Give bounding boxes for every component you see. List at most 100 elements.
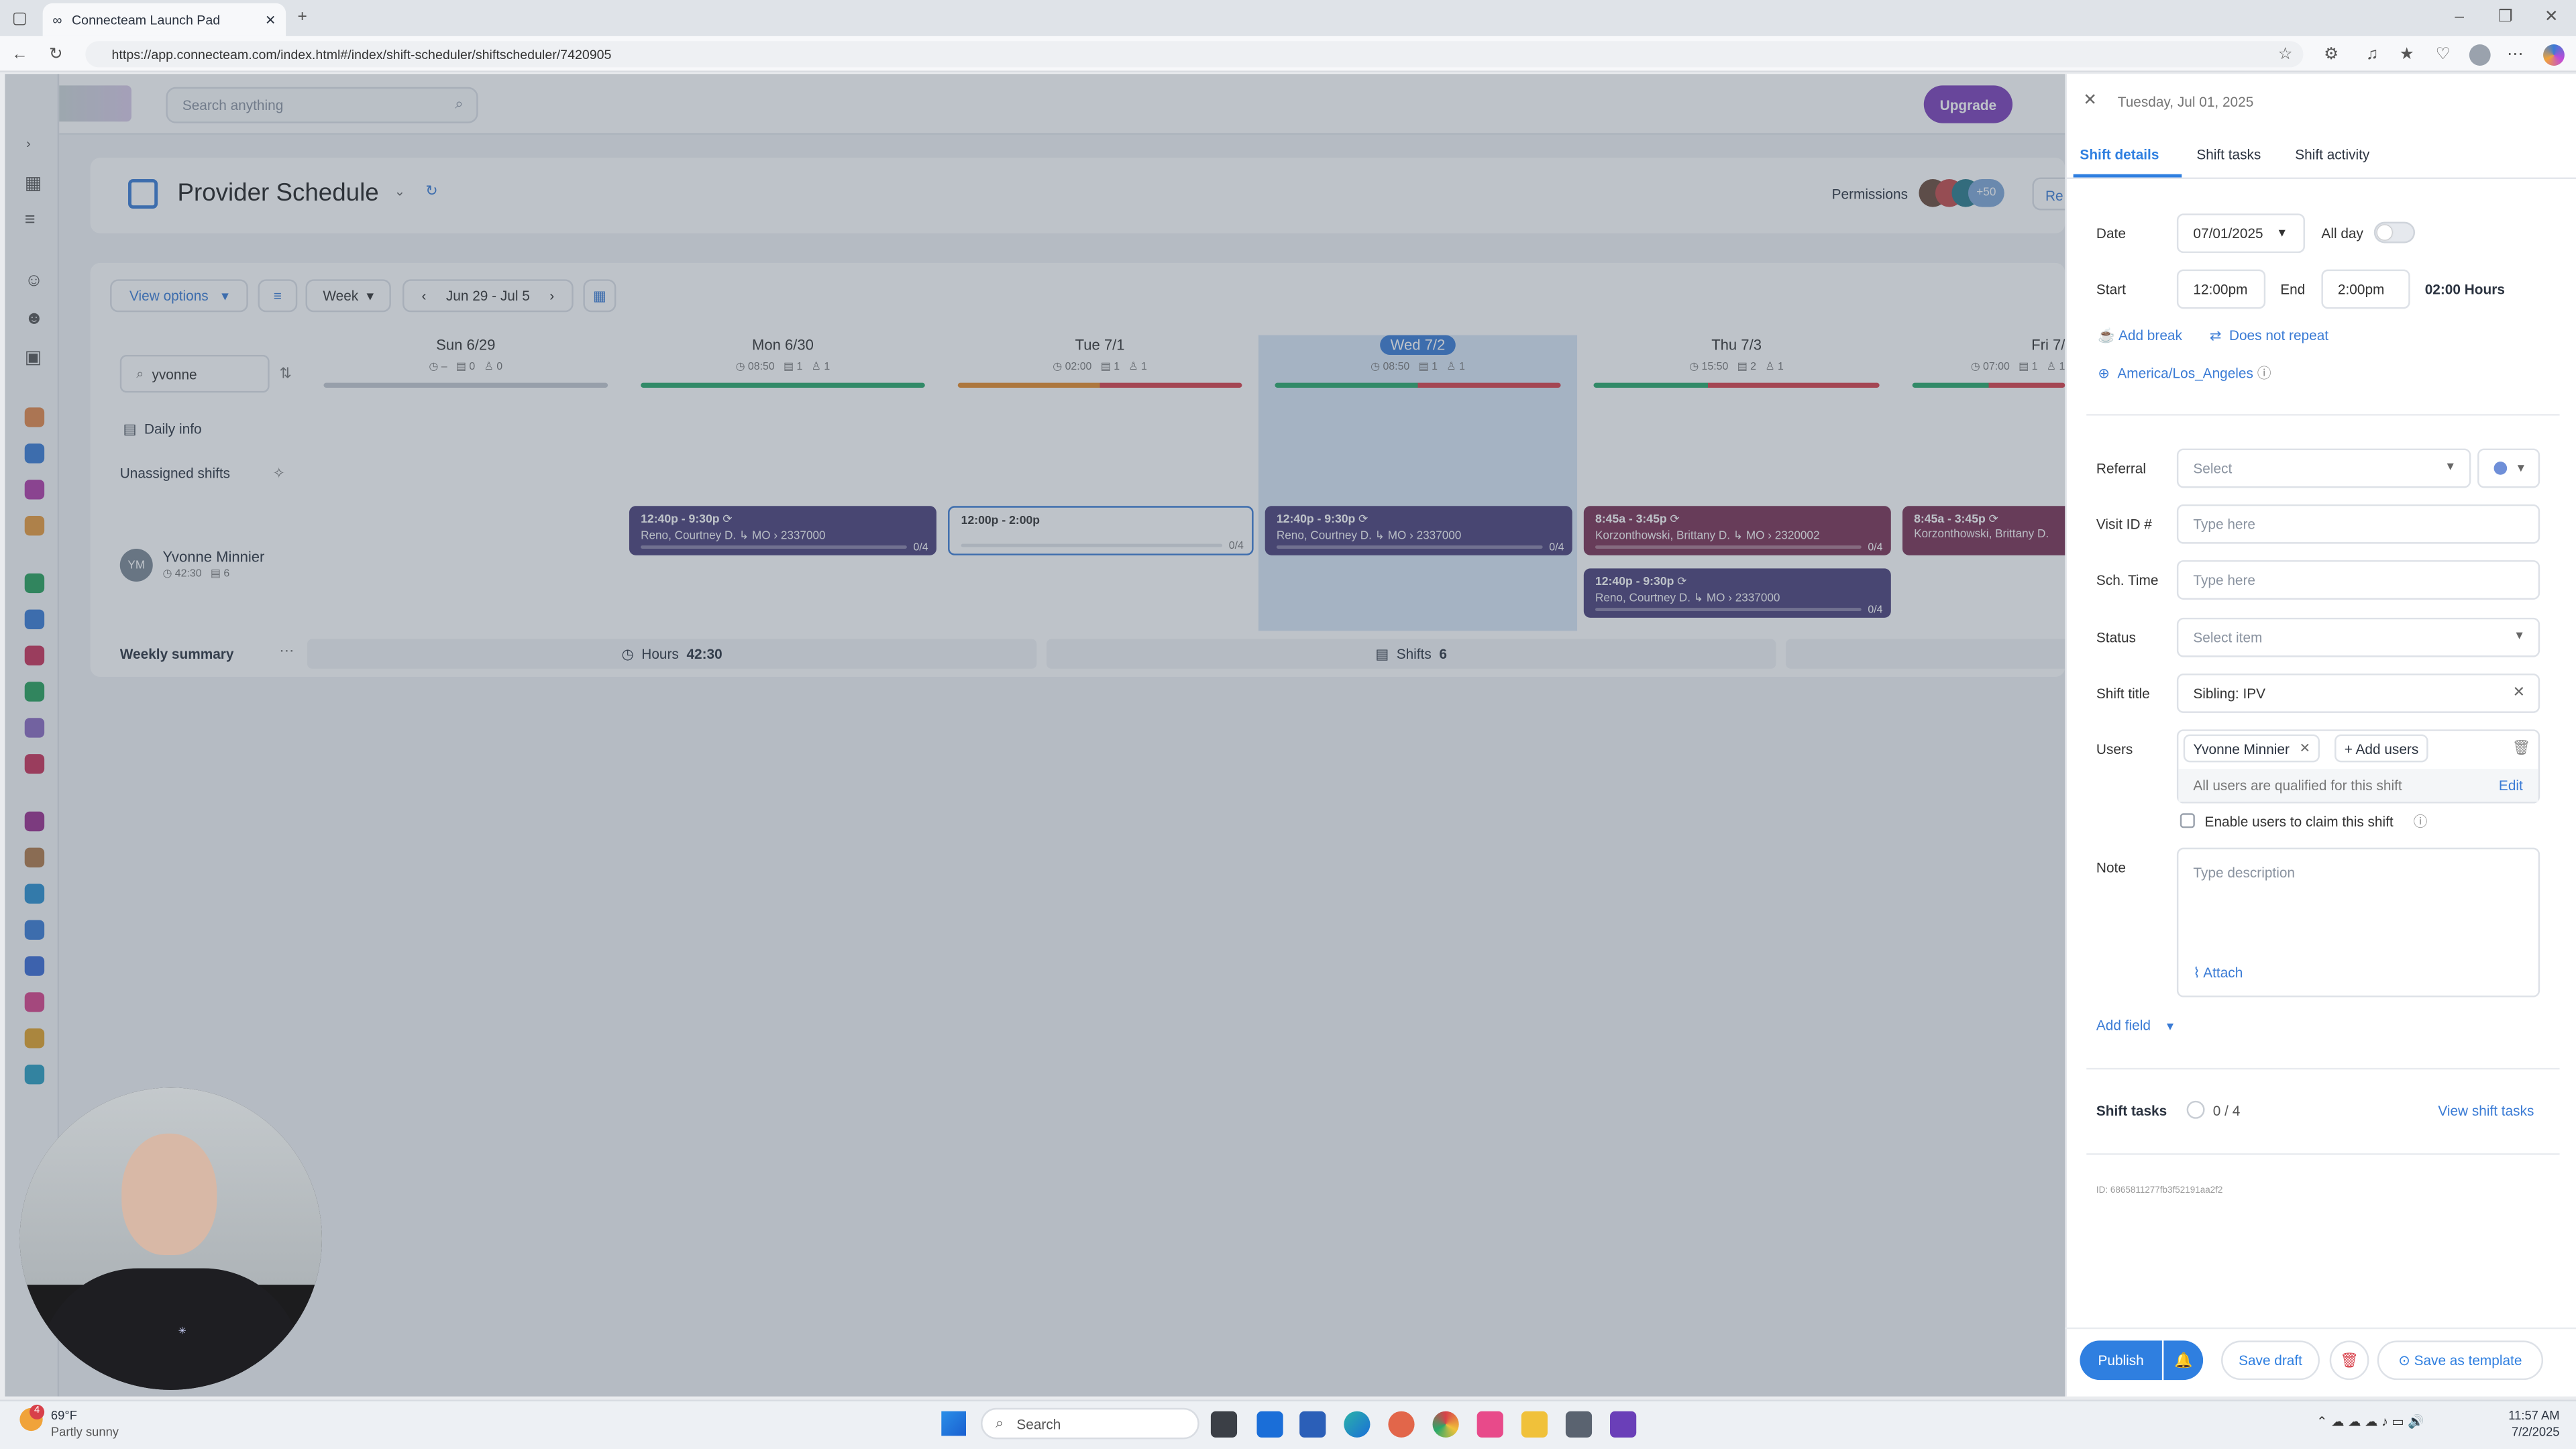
task-view-icon[interactable] bbox=[1210, 1411, 1238, 1438]
qualified-text: All users are qualified for this shift bbox=[2178, 769, 2538, 802]
referral-label: Referral bbox=[2096, 460, 2146, 477]
add-field-button[interactable]: Add field ▼ bbox=[2096, 1017, 2176, 1033]
start-label: Start bbox=[2096, 280, 2126, 298]
edit-qualification-link[interactable]: Edit bbox=[2499, 777, 2523, 793]
sch-time-input[interactable]: Type here bbox=[2176, 560, 2540, 600]
notify-bell-icon[interactable]: 🔔 bbox=[2163, 1340, 2204, 1381]
taskbar-search[interactable]: ⌕ Search bbox=[981, 1407, 1199, 1440]
maximize-icon[interactable]: ❐ bbox=[2494, 5, 2517, 28]
more-icon[interactable]: ⋯ bbox=[2504, 43, 2526, 66]
tab-shift-activity[interactable]: Shift activity bbox=[2295, 146, 2369, 162]
note-label: Note bbox=[2096, 859, 2126, 876]
itunes-icon[interactable] bbox=[1477, 1411, 1503, 1438]
referral-select[interactable]: Select ▼ bbox=[2176, 448, 2471, 488]
timezone-link[interactable]: ⊕ America/Los_Angeles ⓘ bbox=[2098, 363, 2271, 382]
webcam-overlay: ✳ bbox=[19, 1087, 323, 1390]
publish-button[interactable]: Publish bbox=[2080, 1340, 2162, 1381]
sch-time-placeholder: Type here bbox=[2193, 572, 2256, 588]
connecteam-favicon-icon: ∞ bbox=[52, 12, 62, 28]
url-field[interactable]: https://app.connecteam.com/index.html#/i… bbox=[85, 41, 2304, 68]
file-explorer-icon[interactable] bbox=[1521, 1411, 1548, 1438]
split-screen-icon[interactable]: ♫ bbox=[2361, 43, 2383, 66]
tab-shift-tasks[interactable]: Shift tasks bbox=[2196, 146, 2261, 162]
save-as-template-button[interactable]: ⊙ Save as template bbox=[2377, 1340, 2544, 1381]
browser-tab[interactable]: ∞ Connecteam Launch Pad ✕ bbox=[42, 3, 286, 36]
duration-text: 02:00 Hours bbox=[2424, 280, 2505, 298]
info-icon[interactable]: ⓘ bbox=[2414, 812, 2428, 831]
info-icon: ⓘ bbox=[2257, 364, 2271, 382]
status-placeholder: Select item bbox=[2193, 629, 2263, 646]
clock-time: 11:57 AM bbox=[2508, 1407, 2560, 1423]
clear-icon[interactable]: ✕ bbox=[2513, 684, 2525, 702]
add-break-link[interactable]: ☕ Add break bbox=[2098, 327, 2182, 345]
section-divider bbox=[2086, 1067, 2560, 1070]
claim-label: Enable users to claim this shift bbox=[2204, 813, 2394, 830]
trash-icon[interactable]: 🗑 bbox=[2512, 739, 2531, 757]
attach-button[interactable]: ⌇ Attach bbox=[2193, 965, 2243, 983]
break-icon: ☕ bbox=[2098, 327, 2116, 343]
favorites-icon[interactable]: ★ bbox=[2396, 43, 2418, 66]
calculator-icon[interactable] bbox=[1565, 1411, 1593, 1438]
edge-icon[interactable] bbox=[1344, 1411, 1371, 1438]
close-icon[interactable]: ✕ bbox=[2083, 92, 2097, 110]
referral-placeholder: Select bbox=[2193, 460, 2233, 477]
status-label: Status bbox=[2096, 629, 2136, 646]
shift-id: ID: 6865811277fb3f52191aa2f2 bbox=[2096, 1186, 2223, 1196]
tab-title: Connecteam Launch Pad bbox=[72, 12, 221, 28]
repeat-icon: ⇄ bbox=[2209, 327, 2222, 343]
date-value: 07/01/2025 bbox=[2193, 225, 2263, 242]
delete-shift-icon[interactable]: 🗑 bbox=[2329, 1340, 2369, 1381]
sidebar-toggle-icon[interactable]: ▢ bbox=[8, 7, 31, 30]
chevron-down-icon: ▼ bbox=[2164, 1022, 2176, 1034]
copilot-icon[interactable] bbox=[2543, 44, 2565, 66]
back-icon[interactable]: ← bbox=[8, 43, 31, 66]
user-chip-name: Yvonne Minnier bbox=[2193, 740, 2290, 757]
chevron-down-icon: ▼ bbox=[2276, 227, 2288, 239]
browser-essentials-icon[interactable]: ♡ bbox=[2432, 43, 2455, 66]
reload-icon[interactable]: ↻ bbox=[44, 43, 67, 66]
view-shift-tasks-link[interactable]: View shift tasks bbox=[2438, 1102, 2534, 1118]
close-window-icon[interactable]: ✕ bbox=[2540, 5, 2563, 28]
panel-header-date: Tuesday, Jul 01, 2025 bbox=[2117, 93, 2254, 111]
end-time-value: 2:00pm bbox=[2337, 280, 2385, 298]
end-time-field[interactable]: 2:00pm bbox=[2321, 269, 2410, 309]
date-field[interactable]: 07/01/2025 ▼ bbox=[2176, 213, 2305, 254]
repeat-link[interactable]: ⇄ Does not repeat bbox=[2210, 327, 2328, 345]
word-icon[interactable] bbox=[1299, 1411, 1326, 1438]
chrome-icon[interactable] bbox=[1432, 1411, 1459, 1438]
firefox-icon[interactable] bbox=[1388, 1411, 1415, 1438]
date-label: Date bbox=[2096, 225, 2126, 242]
start-time-field[interactable]: 12:00pm bbox=[2176, 269, 2266, 309]
tray-icons[interactable]: ⌃ ☁ ☁ ☁ ♪ ▭ 🔊 bbox=[2316, 1415, 2424, 1430]
shift-title-value: Sibling: IPV bbox=[2193, 685, 2266, 702]
color-picker[interactable]: ▼ bbox=[2477, 448, 2540, 488]
tabs-divider bbox=[2065, 177, 2576, 179]
all-day-toggle[interactable] bbox=[2373, 221, 2416, 244]
status-select[interactable]: Select item ▼ bbox=[2176, 617, 2540, 657]
save-draft-button[interactable]: Save draft bbox=[2221, 1340, 2320, 1381]
minimize-icon[interactable]: – bbox=[2448, 5, 2471, 28]
remove-user-icon[interactable]: ✕ bbox=[2300, 741, 2310, 755]
app-icon[interactable] bbox=[1610, 1411, 1637, 1438]
claim-checkbox[interactable] bbox=[2180, 813, 2195, 828]
extensions-icon[interactable]: ⚙ bbox=[2320, 43, 2343, 66]
template-icon: ⊙ bbox=[2398, 1351, 2410, 1368]
user-chip[interactable]: Yvonne Minnier ✕ bbox=[2183, 734, 2320, 763]
weather-desc: Partly sunny bbox=[50, 1424, 119, 1440]
new-tab-icon[interactable]: + bbox=[290, 5, 313, 28]
shift-title-input[interactable]: Sibling: IPV ✕ bbox=[2176, 674, 2540, 713]
outlook-icon[interactable] bbox=[1256, 1411, 1283, 1438]
color-swatch bbox=[2493, 462, 2508, 475]
profile-avatar[interactable] bbox=[2469, 44, 2491, 66]
shift-tasks-label: Shift tasks bbox=[2096, 1102, 2167, 1119]
windows-start-icon[interactable] bbox=[941, 1411, 967, 1436]
browser-tab-bar bbox=[0, 0, 2576, 36]
favorite-star-icon[interactable]: ☆ bbox=[2273, 43, 2296, 66]
tab-shift-details[interactable]: Shift details bbox=[2080, 146, 2159, 162]
close-tab-icon[interactable]: ✕ bbox=[265, 12, 276, 27]
add-users-button[interactable]: + Add users bbox=[2334, 734, 2428, 763]
paperclip-icon: ⌇ bbox=[2193, 964, 2200, 981]
chevron-down-icon: ▼ bbox=[2514, 631, 2526, 643]
visit-id-input[interactable]: Type here bbox=[2176, 504, 2540, 544]
active-tab-indicator bbox=[2073, 174, 2182, 178]
